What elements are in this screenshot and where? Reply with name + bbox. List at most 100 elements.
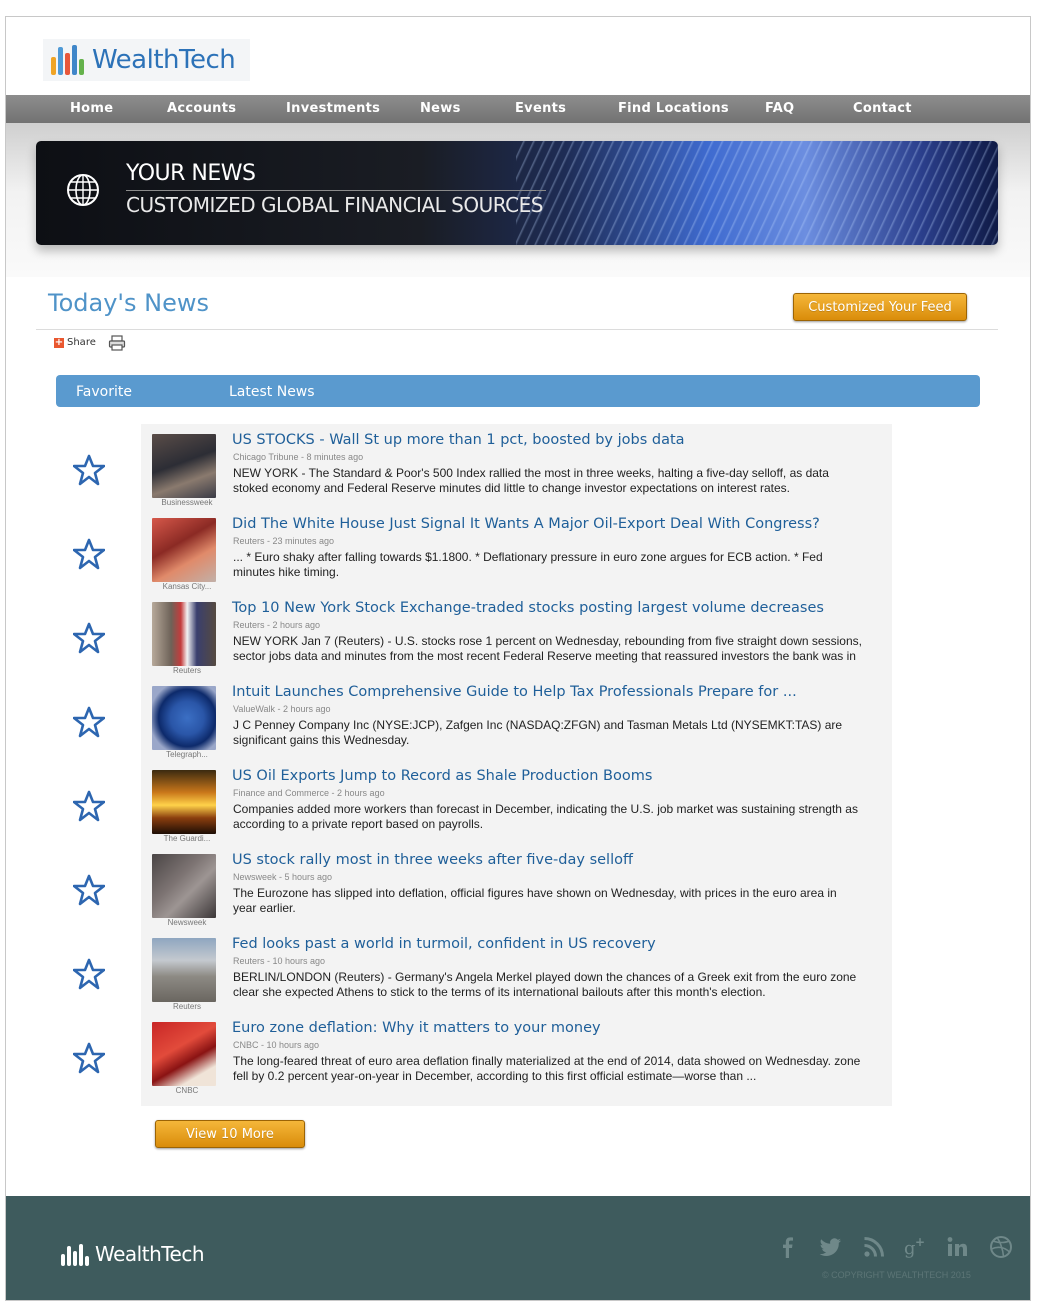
banner-rule xyxy=(126,190,546,191)
footer-logo[interactable]: WealthTech xyxy=(61,1242,205,1266)
favorite-star-icon[interactable] xyxy=(73,790,105,822)
dribbble-icon[interactable] xyxy=(988,1234,1014,1260)
news-summary: The Eurozone has slipped into deflation,… xyxy=(233,886,837,915)
news-headline-link[interactable]: Intuit Launches Comprehensive Guide to H… xyxy=(232,684,797,700)
banner-light-rays xyxy=(516,141,998,245)
twitter-icon[interactable] xyxy=(817,1234,843,1260)
favorite-star-icon[interactable] xyxy=(73,706,105,738)
google-plus-icon[interactable]: g + xyxy=(903,1234,929,1260)
news-summary: Companies added more workers than foreca… xyxy=(233,802,858,831)
globe-icon xyxy=(67,174,99,206)
news-item: Reuters Top 10 New York Stock Exchange-t… xyxy=(73,600,892,684)
news-summary: BERLIN/LONDON (Reuters) - Germany's Ange… xyxy=(233,970,857,999)
nav-events[interactable]: Events xyxy=(515,101,566,116)
news-headline-link[interactable]: US Oil Exports Jump to Record as Shale P… xyxy=(232,768,652,784)
main-nav: Home Accounts Investments News Events Fi… xyxy=(6,95,1030,123)
news-headline-link[interactable]: Did The White House Just Signal It Wants… xyxy=(232,516,820,532)
news-meta: Reuters - 10 hours ago xyxy=(233,956,326,966)
linkedin-icon[interactable] xyxy=(945,1234,971,1260)
news-thumbnail[interactable] xyxy=(152,938,216,1002)
header-divider xyxy=(36,329,998,330)
news-thumbnail[interactable] xyxy=(152,686,216,750)
favorite-star-icon[interactable] xyxy=(73,958,105,990)
news-item: CNBC Euro zone deflation: Why it matters… xyxy=(73,1020,892,1104)
news-meta: Reuters - 2 hours ago xyxy=(233,620,321,630)
news-meta: Reuters - 23 minutes ago xyxy=(233,536,335,546)
nav-investments[interactable]: Investments xyxy=(286,101,380,116)
news-item: Kansas City... Did The White House Just … xyxy=(73,516,892,600)
banner-subtitle: CUSTOMIZED GLOBAL FINANCIAL SOURCES xyxy=(126,193,543,217)
thumbnail-source: Newsweek xyxy=(167,918,207,927)
news-summary: ... * Euro shaky after falling towards $… xyxy=(233,550,823,579)
copyright-text: © COPYRIGHT WEALTHTECH 2015 xyxy=(822,1270,971,1280)
rss-icon[interactable] xyxy=(861,1234,887,1260)
page-frame: WealthTech Home Accounts Investments New… xyxy=(5,16,1031,1301)
print-icon[interactable] xyxy=(108,335,126,351)
thumbnail-source: Telegraph... xyxy=(166,750,208,759)
view-more-button[interactable]: View 10 More xyxy=(155,1120,305,1148)
customize-feed-button[interactable]: Customized Your Feed xyxy=(793,293,967,321)
news-item: Newsweek US stock rally most in three we… xyxy=(73,852,892,936)
news-thumbnail[interactable] xyxy=(152,434,216,498)
news-list: Businessweek US STOCKS - Wall St up more… xyxy=(73,424,892,1106)
news-summary: The long-feared threat of euro area defl… xyxy=(233,1054,861,1083)
news-meta: ValueWalk - 2 hours ago xyxy=(233,704,331,714)
news-thumbnail[interactable] xyxy=(152,518,216,582)
favorite-star-icon[interactable] xyxy=(73,538,105,570)
thumbnail-source: Reuters xyxy=(172,1002,201,1011)
news-item: Businessweek US STOCKS - Wall St up more… xyxy=(73,432,892,516)
news-item: The Guardi... US Oil Exports Jump to Rec… xyxy=(73,768,892,852)
facebook-icon[interactable] xyxy=(775,1234,801,1260)
hero-banner: YOUR NEWS CUSTOMIZED GLOBAL FINANCIAL SO… xyxy=(36,141,998,245)
nav-accounts[interactable]: Accounts xyxy=(167,101,236,116)
news-thumbnail[interactable] xyxy=(152,602,216,666)
news-thumbnail[interactable] xyxy=(152,1022,216,1086)
news-item: Telegraph... Intuit Launches Comprehensi… xyxy=(73,684,892,768)
favorite-star-icon[interactable] xyxy=(73,622,105,654)
nav-home[interactable]: Home xyxy=(70,101,113,116)
news-item: Reuters Fed looks past a world in turmoi… xyxy=(73,936,892,1020)
share-button[interactable]: + Share xyxy=(54,337,96,348)
news-tab-bar: Favorite Latest News xyxy=(56,375,980,407)
banner-title: YOUR NEWS xyxy=(126,161,256,186)
news-summary: NEW YORK Jan 7 (Reuters) - U.S. stocks r… xyxy=(233,634,862,663)
news-meta: Chicago Tribune - 8 minutes ago xyxy=(233,452,364,462)
news-meta: Newsweek - 5 hours ago xyxy=(233,872,333,882)
nav-news[interactable]: News xyxy=(420,101,461,116)
thumbnail-source: Kansas City... xyxy=(162,582,212,591)
page-title: Today's News xyxy=(48,289,209,317)
svg-text:+: + xyxy=(915,1235,925,1249)
footer-logo-mark-icon xyxy=(61,1244,89,1266)
news-headline-link[interactable]: Fed looks past a world in turmoil, confi… xyxy=(232,936,656,952)
footer: WealthTech g + © COPYRIGHT WEALTHTECH 20… xyxy=(6,1196,1030,1300)
news-headline-link[interactable]: Top 10 New York Stock Exchange-traded st… xyxy=(232,600,824,616)
plus-icon: + xyxy=(54,336,64,348)
logo-text: WealthTech xyxy=(92,45,236,75)
tab-latest-news[interactable]: Latest News xyxy=(229,384,315,400)
news-thumbnail[interactable] xyxy=(152,854,216,918)
svg-text:g: g xyxy=(904,1238,916,1259)
footer-logo-text: WealthTech xyxy=(95,1242,205,1266)
news-meta: CNBC - 10 hours ago xyxy=(233,1040,320,1050)
nav-contact[interactable]: Contact xyxy=(853,101,912,116)
thumbnail-source: The Guardi... xyxy=(163,834,211,843)
favorite-star-icon[interactable] xyxy=(73,454,105,486)
thumbnail-source: Businessweek xyxy=(161,498,213,507)
news-meta: Finance and Commerce - 2 hours ago xyxy=(233,788,385,798)
news-summary: J C Penney Company Inc (NYSE:JCP), Zafge… xyxy=(233,718,843,747)
share-label: Share xyxy=(67,337,96,348)
tab-favorite[interactable]: Favorite xyxy=(76,384,132,400)
news-headline-link[interactable]: Euro zone deflation: Why it matters to y… xyxy=(232,1020,601,1036)
logo-mark-icon xyxy=(51,45,84,75)
news-thumbnail[interactable] xyxy=(152,770,216,834)
site-logo[interactable]: WealthTech xyxy=(43,39,250,81)
nav-find-locations[interactable]: Find Locations xyxy=(618,101,729,116)
favorite-star-icon[interactable] xyxy=(73,1042,105,1074)
favorite-star-icon[interactable] xyxy=(73,874,105,906)
thumbnail-source: Reuters xyxy=(172,666,201,675)
news-headline-link[interactable]: US STOCKS - Wall St up more than 1 pct, … xyxy=(232,432,685,448)
nav-faq[interactable]: FAQ xyxy=(765,101,794,116)
news-headline-link[interactable]: US stock rally most in three weeks after… xyxy=(232,852,633,868)
thumbnail-source: CNBC xyxy=(175,1086,199,1095)
news-summary: NEW YORK - The Standard & Poor's 500 Ind… xyxy=(233,466,829,495)
